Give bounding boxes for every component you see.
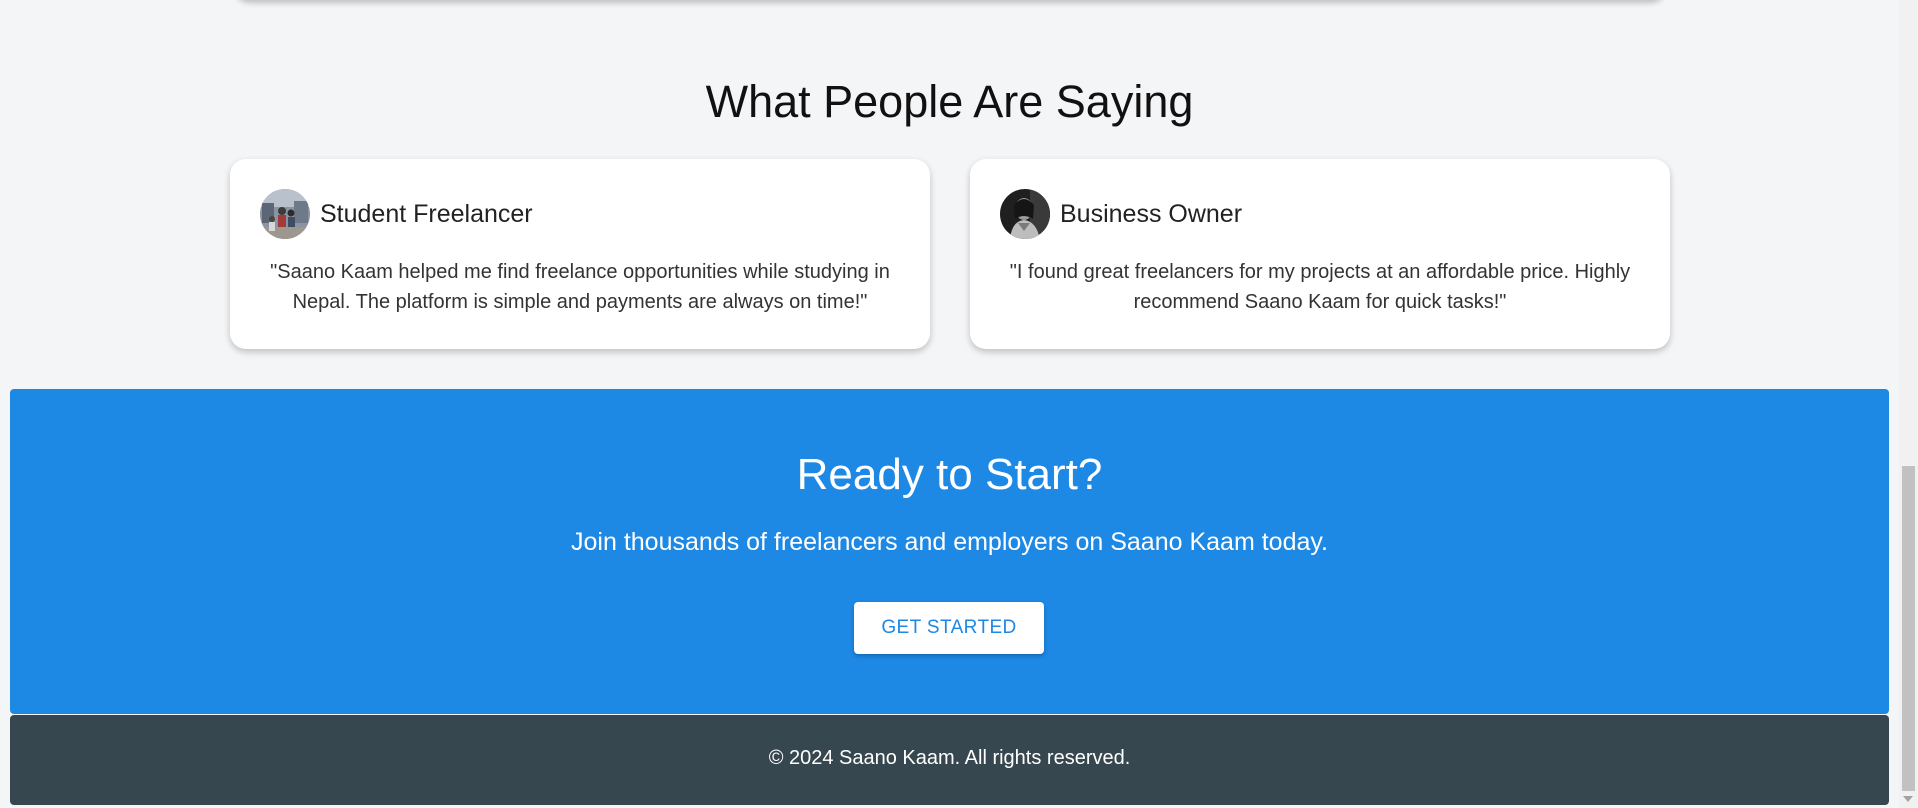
business-owner-avatar (1000, 189, 1050, 239)
call-to-action-section: Ready to Start? Join thousands of freela… (10, 389, 1889, 714)
footer-copyright: © 2024 Saano Kaam. All rights reserved. (768, 747, 1131, 769)
business-owner-avatar-photo-icon (1000, 189, 1050, 239)
vertical-scrollbar[interactable] (1899, 0, 1918, 808)
page: What People Are Saying Student Freelance… (10, 0, 1889, 808)
cta-title: Ready to Start? (796, 450, 1103, 499)
footer: © 2024 Saano Kaam. All rights reserved. (10, 715, 1889, 805)
scroll-down-arrow-icon[interactable] (1903, 796, 1913, 802)
student-avatar-photo-icon (260, 189, 310, 239)
scrollbar-thumb[interactable] (1902, 466, 1915, 791)
testimonial-card-student: Student Freelancer "Saano Kaam helped me… (230, 159, 930, 349)
testimonial-header: Student Freelancer (260, 189, 533, 239)
get-started-button[interactable]: GET STARTED (854, 602, 1044, 654)
testimonial-quote: "I found great freelancers for my projec… (1009, 261, 1631, 313)
testimonial-role: Business Owner (1060, 199, 1243, 228)
testimonials-title: What People Are Saying (705, 76, 1194, 127)
cta-subtitle: Join thousands of freelancers and employ… (571, 528, 1328, 556)
testimonial-quote: "Saano Kaam helped me find freelance opp… (270, 261, 890, 313)
student-avatar (260, 189, 310, 239)
testimonial-card-business: Business Owner "I found great freelancer… (970, 159, 1670, 349)
browser-viewport: What People Are Saying Student Freelance… (0, 0, 1918, 808)
testimonial-role: Student Freelancer (320, 199, 533, 228)
testimonial-header: Business Owner (1000, 189, 1242, 239)
